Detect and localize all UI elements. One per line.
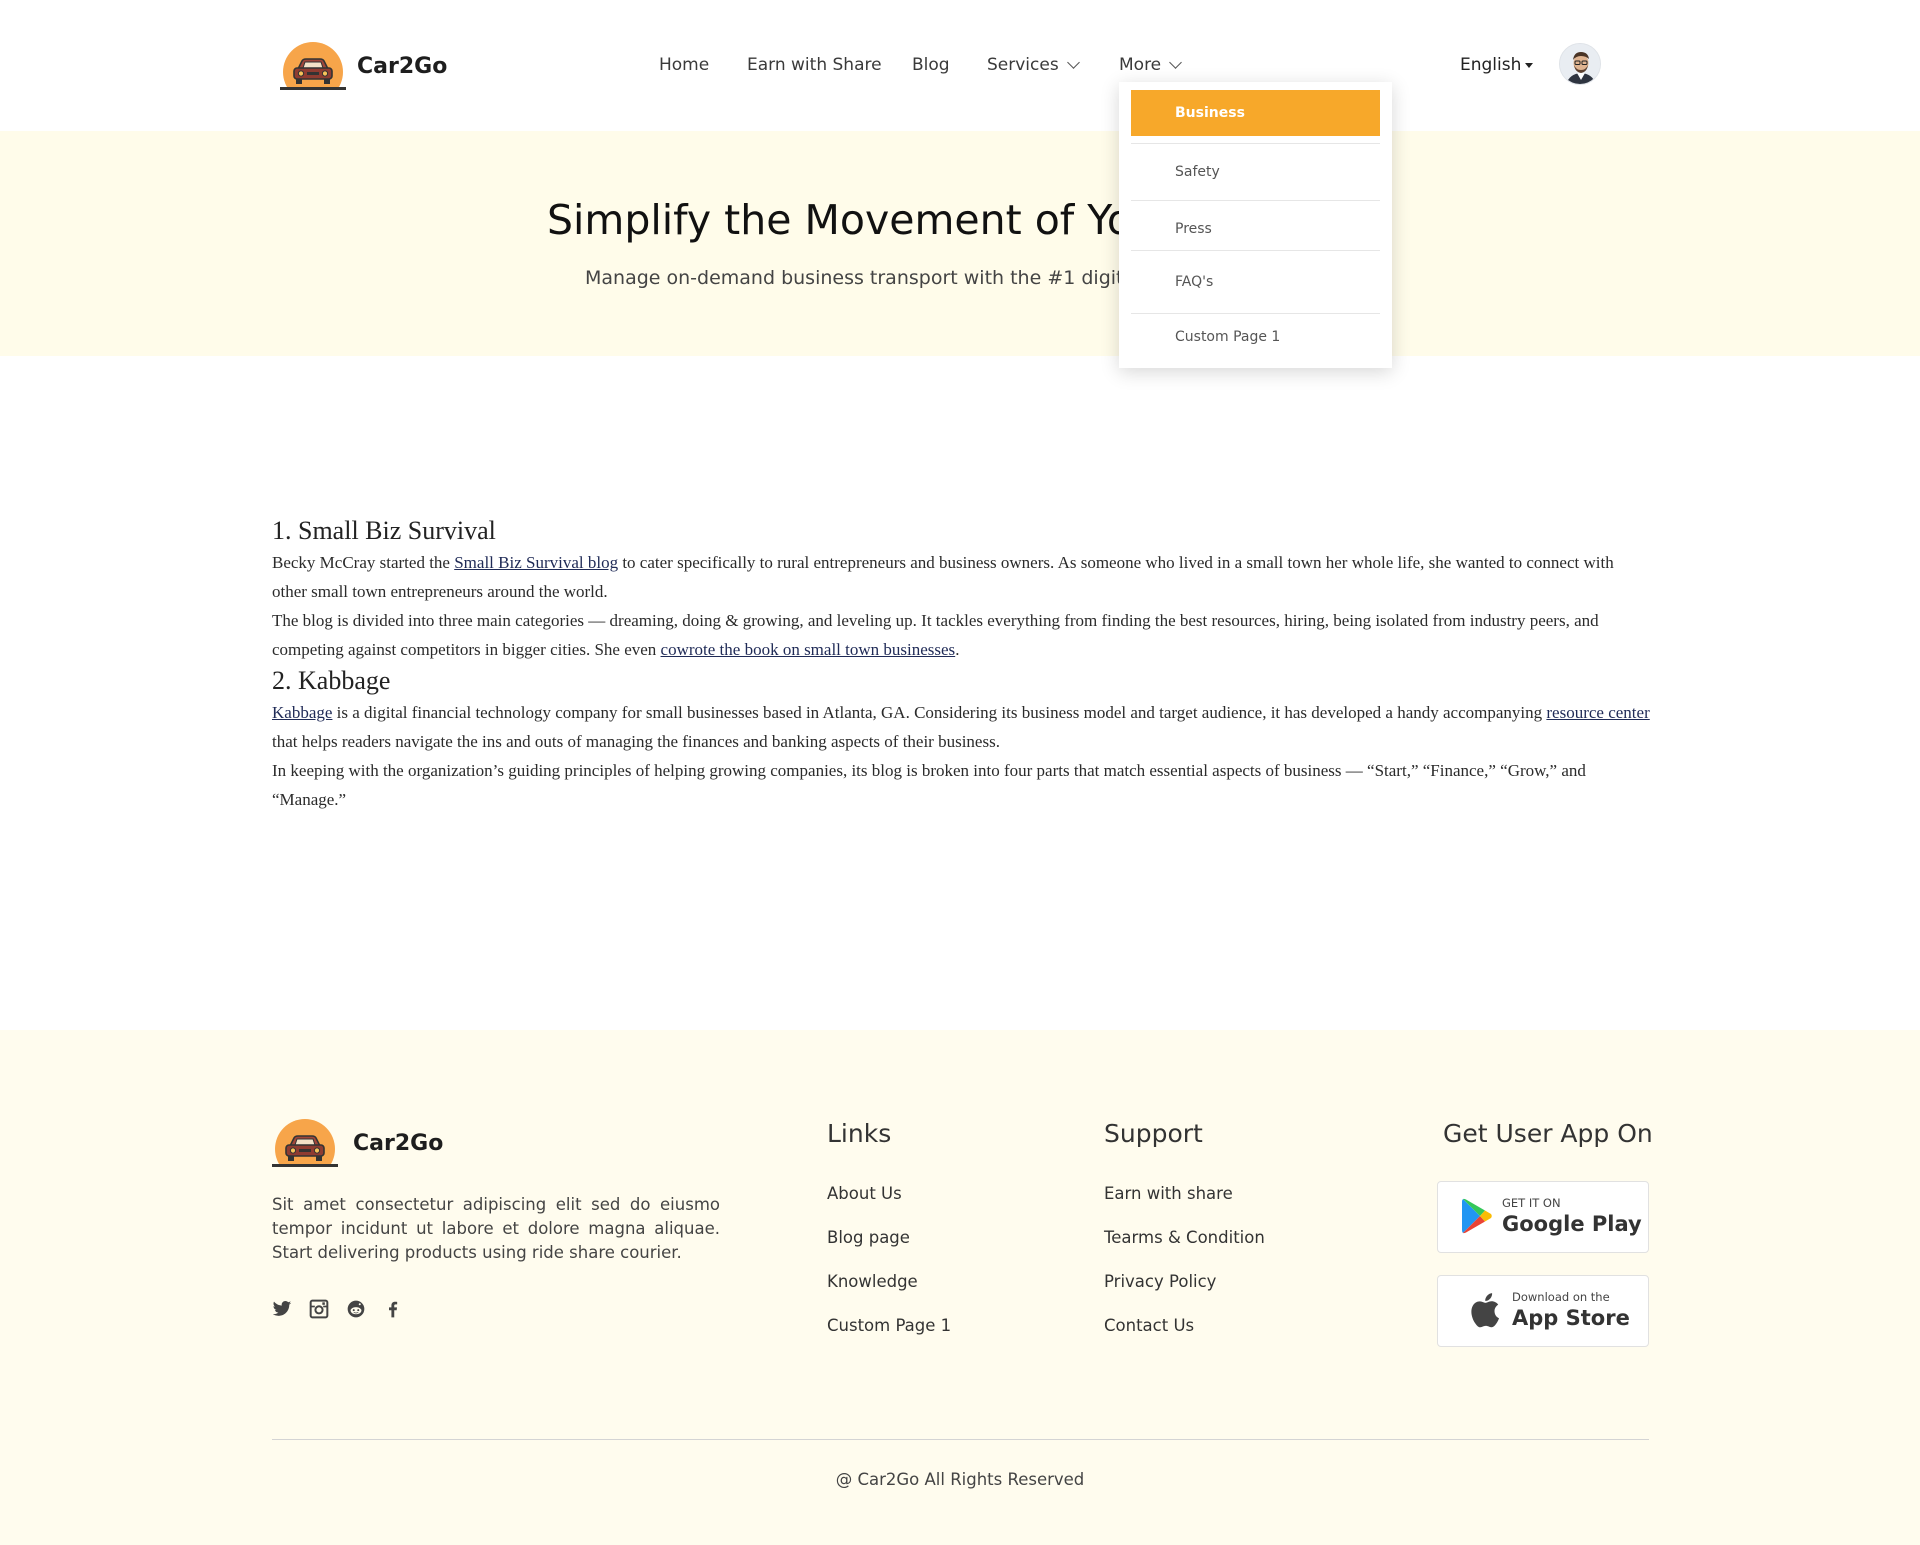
dropdown-item-safety[interactable]: Safety [1131,144,1380,200]
footer-links-title: Links [827,1119,892,1148]
footer-app-title: Get User App On [1443,1119,1653,1148]
article-paragraph: In keeping with the organization’s guidi… [272,761,1586,809]
hero-banner: Simplify the Movement of Yo Manage on-de… [0,131,1920,356]
cowrote-book-link[interactable]: cowrote the book on small town businesse… [661,640,956,659]
google-play-small-text: GET IT ON [1502,1196,1561,1210]
dropdown-item-label: FAQ's [1175,274,1214,290]
nav-label: Home [659,55,710,75]
app-store-big-text: App Store [1512,1306,1630,1330]
more-dropdown-menu: Business Safety Press FAQ's Custom Page … [1119,82,1392,368]
chevron-down-icon [1169,56,1183,69]
nav-item-earn-with-share[interactable]: Earn with Share [747,55,882,75]
kabbage-link[interactable]: Kabbage [272,703,332,722]
google-play-big-text: Google Play [1502,1212,1642,1236]
footer-link-about-us[interactable]: About Us [827,1184,902,1203]
hero-subtitle: Manage on-demand business transport with… [585,267,1141,289]
nav-label: Services [987,55,1059,75]
nav-item-services[interactable]: Services [987,55,1080,75]
nav-item-home[interactable]: Home [659,55,709,75]
caret-down-icon [1525,63,1534,68]
brand-logo[interactable]: Car2Go [280,42,447,90]
dropdown-item-press[interactable]: Press [1131,201,1380,257]
footer-link-contact-us[interactable]: Contact Us [1104,1316,1194,1335]
article-content: 1. Small Biz Survival Becky McCray start… [272,514,1652,814]
language-label: English [1460,55,1522,75]
brand-name: Car2Go [357,53,448,79]
google-play-button[interactable]: GET IT ON Google Play [1437,1181,1649,1253]
avatar[interactable] [1559,43,1601,85]
article-paragraph: Kabbage is a digital financial technolog… [272,698,1652,756]
resource-center-link[interactable]: resource center [1546,703,1649,722]
section-heading: 2. Kabbage [272,666,391,695]
social-links [272,1299,403,1319]
dropdown-item-label: Safety [1175,164,1220,180]
footer-link-custom-page-1[interactable]: Custom Page 1 [827,1316,951,1335]
dropdown-item-label: Press [1175,221,1212,237]
google-play-icon [1462,1198,1492,1234]
twitter-icon[interactable] [272,1299,292,1319]
car-logo-icon [280,42,346,90]
language-selector[interactable]: English [1460,55,1534,75]
footer-link-privacy-policy[interactable]: Privacy Policy [1104,1272,1216,1291]
apple-icon [1471,1293,1499,1328]
instagram-icon[interactable] [309,1299,329,1319]
nav-label: More [1119,55,1162,75]
footer-link-terms-condition[interactable]: Tearms & Condition [1104,1228,1265,1247]
reddit-icon[interactable] [346,1299,366,1319]
footer-support-title: Support [1104,1119,1203,1148]
nav-label: Blog [912,55,950,75]
car-logo-icon [272,1119,338,1167]
nav-item-more[interactable]: More [1119,55,1183,75]
app-store-button[interactable]: Download on the App Store [1437,1275,1649,1347]
footer-divider [272,1439,1649,1440]
copyright-text: @ Car2Go All Rights Reserved [835,1470,1085,1489]
dropdown-item-faqs[interactable]: FAQ's [1131,251,1380,313]
paragraph-text: Becky McCray started the [272,553,455,572]
paragraph-text: . [955,640,960,659]
footer-link-earn-with-share[interactable]: Earn with share [1104,1184,1233,1203]
dropdown-item-custom-page-1[interactable]: Custom Page 1 [1131,314,1380,360]
dropdown-item-label: Business [1175,105,1245,121]
nav-label: Earn with Share [747,55,882,75]
paragraph-text: is a digital financial technology compan… [332,703,1547,722]
facebook-icon[interactable] [383,1299,403,1319]
footer-brand-logo[interactable]: Car2Go [272,1119,443,1167]
article-paragraph: Becky McCray started the Small Biz Survi… [272,548,1652,606]
section-heading: 1. Small Biz Survival [272,516,496,545]
app-store-small-text: Download on the [1512,1290,1610,1304]
nav-item-blog[interactable]: Blog [912,55,950,75]
footer-link-knowledge[interactable]: Knowledge [827,1272,918,1291]
footer-brand-name: Car2Go [353,1130,444,1156]
article-paragraph: The blog is divided into three main cate… [272,606,1652,664]
dropdown-item-label: Custom Page 1 [1175,329,1281,345]
dropdown-item-business[interactable]: Business [1131,90,1380,136]
paragraph-text: that helps readers navigate the ins and … [272,732,1000,751]
chevron-down-icon [1066,56,1080,69]
footer-link-blog-page[interactable]: Blog page [827,1228,910,1247]
footer-about-text: Sit amet consectetur adipiscing elit sed… [272,1195,720,1262]
small-biz-survival-link[interactable]: Small Biz Survival blog [454,553,618,572]
site-header: Car2Go Home Earn with Share Blog Service… [0,0,1920,131]
user-avatar-icon [1560,44,1600,84]
hero-title: Simplify the Movement of Yo [547,196,1132,244]
